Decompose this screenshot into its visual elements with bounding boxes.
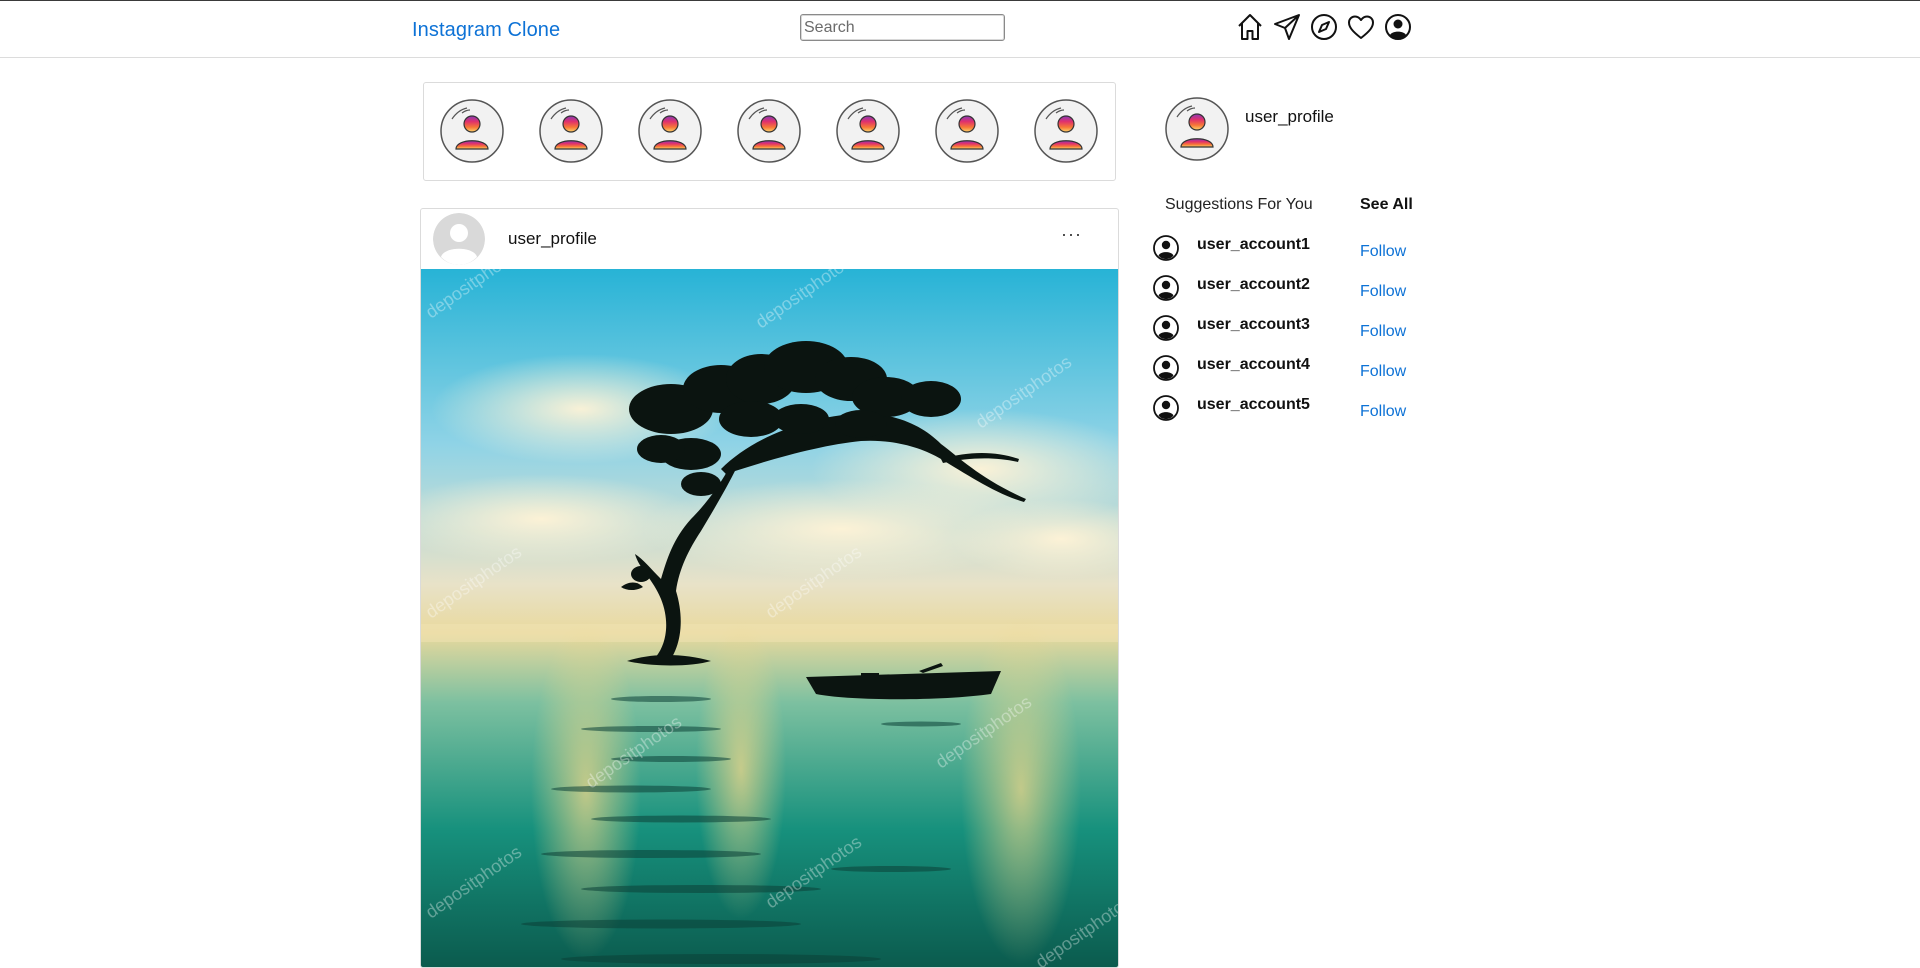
user-circle-icon[interactable] [1152, 234, 1180, 262]
navbar: Instagram Clone [0, 1, 1920, 58]
post-username[interactable]: user_profile [508, 229, 597, 249]
story-avatar[interactable] [836, 99, 900, 163]
suggestions-title: Suggestions For You [1165, 196, 1313, 213]
story-avatar[interactable] [638, 99, 702, 163]
suggestion-username[interactable]: user_account3 [1197, 316, 1310, 334]
profile-icon[interactable] [1383, 12, 1413, 42]
see-all-link[interactable]: See All [1360, 196, 1413, 214]
post-image: depositphotos depositphotos depositphoto… [421, 269, 1118, 967]
user-circle-icon[interactable] [1152, 354, 1180, 382]
post-more-options-button[interactable]: ··· [1061, 225, 1082, 243]
follow-button[interactable]: Follow [1360, 283, 1406, 301]
suggestion-username[interactable]: user_account5 [1197, 396, 1310, 414]
follow-button[interactable]: Follow [1360, 243, 1406, 261]
post-avatar[interactable] [433, 213, 485, 265]
user-circle-icon[interactable] [1152, 314, 1180, 342]
story-avatar[interactable] [440, 99, 504, 163]
home-icon[interactable] [1235, 12, 1265, 42]
follow-button[interactable]: Follow [1360, 363, 1406, 381]
suggestion-username[interactable]: user_account2 [1197, 276, 1310, 294]
search-input[interactable] [800, 14, 1005, 41]
brand-logo[interactable]: Instagram Clone [412, 19, 560, 42]
follow-button[interactable]: Follow [1360, 403, 1406, 421]
suggestion-username[interactable]: user_account1 [1197, 236, 1310, 254]
explore-icon[interactable] [1309, 12, 1339, 42]
user-circle-icon[interactable] [1152, 394, 1180, 422]
current-user-name[interactable]: user_profile [1245, 107, 1334, 127]
story-avatar[interactable] [737, 99, 801, 163]
send-icon[interactable] [1272, 12, 1302, 42]
story-avatar[interactable] [539, 99, 603, 163]
story-avatar[interactable] [935, 99, 999, 163]
stories-bar [423, 82, 1116, 181]
follow-button[interactable]: Follow [1360, 323, 1406, 341]
story-avatar[interactable] [1034, 99, 1098, 163]
user-circle-icon[interactable] [1152, 274, 1180, 302]
suggestion-username[interactable]: user_account4 [1197, 356, 1310, 374]
heart-icon[interactable] [1346, 12, 1376, 42]
post-header: user_profile ··· [421, 209, 1118, 269]
current-user-avatar[interactable] [1165, 97, 1229, 161]
post-card: user_profile ··· depositphotos depositph… [420, 208, 1119, 968]
